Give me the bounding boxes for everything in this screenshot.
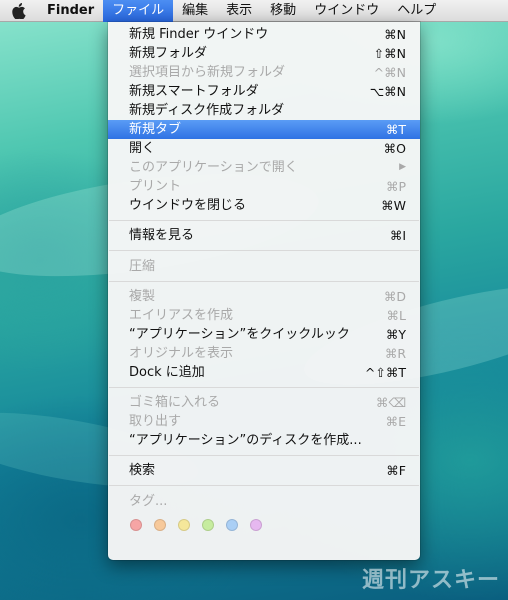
menu-item-label: 検索 <box>129 463 156 478</box>
tag-blue-dot[interactable] <box>226 519 238 531</box>
menu-separator <box>109 387 419 388</box>
tag-orange-dot[interactable] <box>154 519 166 531</box>
menu-item-add-to-dock[interactable]: Dock に追加 ^⇧⌘T <box>108 363 420 382</box>
menu-item-duplicate: 複製 ⌘D <box>108 287 420 306</box>
menu-item-label: このアプリケーションで開く <box>129 160 298 175</box>
menu-item-eject: 取り出す ⌘E <box>108 412 420 431</box>
menu-item-quick-look[interactable]: “アプリケーション”をクイックルック ⌘Y <box>108 325 420 344</box>
menu-item-new-folder[interactable]: 新規フォルダ ⇧⌘N <box>108 44 420 63</box>
menu-item-get-info[interactable]: 情報を見る ⌘I <box>108 226 420 245</box>
menu-item-shortcut: ^⌘N <box>373 65 406 80</box>
menu-item-label: “アプリケーション”をクイックルック <box>129 327 350 342</box>
menu-item-make-alias: エイリアスを作成 ⌘L <box>108 306 420 325</box>
menu-item-shortcut: ⌘F <box>386 463 406 478</box>
menu-item-label: エイリアスを作成 <box>129 308 234 323</box>
menu-item-close-window[interactable]: ウインドウを閉じる ⌘W <box>108 196 420 215</box>
menu-item-label: 圧縮 <box>129 259 156 274</box>
menu-item-label: 新規タブ <box>129 122 182 137</box>
menu-bar-go[interactable]: 移動 <box>261 0 305 22</box>
menu-item-compress: 圧縮 <box>108 257 420 276</box>
menu-item-burn-disc[interactable]: “アプリケーション”のディスクを作成... <box>108 431 420 450</box>
menu-bar-view[interactable]: 表示 <box>217 0 261 22</box>
menu-bar-edit[interactable]: 編集 <box>173 0 217 22</box>
menu-item-label: 取り出す <box>129 414 182 429</box>
file-menu: 新規 Finder ウインドウ ⌘N 新規フォルダ ⇧⌘N 選択項目から新規フォルダ… <box>108 22 420 560</box>
menu-item-label: オリジナルを表示 <box>129 346 234 361</box>
menu-item-shortcut: ⌘O <box>383 141 406 156</box>
tag-green-dot[interactable] <box>202 519 214 531</box>
menu-item-shortcut: ⌘D <box>383 289 406 304</box>
menu-item-shortcut: ⌘T <box>385 122 406 137</box>
tag-red-dot[interactable] <box>130 519 142 531</box>
menu-item-shortcut: ⌘N <box>384 27 406 42</box>
menu-item-shortcut: ⌘E <box>385 414 406 429</box>
menu-item-shortcut: ⌘P <box>385 179 406 194</box>
menu-separator <box>109 485 419 486</box>
tag-purple-dot[interactable] <box>250 519 262 531</box>
menu-item-move-to-trash: ゴミ箱に入れる ⌘⌫ <box>108 393 420 412</box>
menu-item-label: Dock に追加 <box>129 365 205 380</box>
menu-item-label: タグ... <box>129 494 168 509</box>
menu-item-find[interactable]: 検索 ⌘F <box>108 461 420 480</box>
menu-item-label: 新規ディスク作成フォルダ <box>129 103 285 118</box>
menu-item-label: 選択項目から新規フォルダ <box>129 65 286 80</box>
menu-item-label: 新規フォルダ <box>129 46 208 61</box>
menu-separator <box>109 455 419 456</box>
menu-item-shortcut: ⌘⌫ <box>375 395 406 410</box>
menu-item-label: ゴミ箱に入れる <box>129 395 221 410</box>
menu-item-open[interactable]: 開く ⌘O <box>108 139 420 158</box>
menu-item-new-tab[interactable]: 新規タブ ⌘T <box>108 120 420 139</box>
menu-item-label: 開く <box>129 141 156 156</box>
menu-item-new-smart-folder[interactable]: 新規スマートフォルダ ⌥⌘N <box>108 82 420 101</box>
menu-item-shortcut: ⌘W <box>381 198 406 213</box>
menu-item-print: プリント ⌘P <box>108 177 420 196</box>
menu-item-shortcut: ⌘Y <box>385 327 406 342</box>
menu-bar-window[interactable]: ウインドウ <box>305 0 388 22</box>
menu-item-shortcut: ⌘R <box>384 346 406 361</box>
menu-item-label: プリント <box>129 179 182 194</box>
menu-item-tags: タグ... <box>108 492 420 511</box>
menu-bar-app-finder[interactable]: Finder <box>38 0 103 22</box>
menu-bar-help[interactable]: ヘルプ <box>388 0 445 22</box>
menu-item-shortcut: ⌘L <box>386 308 406 323</box>
submenu-arrow-icon: ▶ <box>399 162 406 172</box>
menu-item-new-burn-folder[interactable]: 新規ディスク作成フォルダ <box>108 101 420 120</box>
menu-item-label: 複製 <box>129 289 156 304</box>
menu-bar: Finder ファイル 編集 表示 移動 ウインドウ ヘルプ <box>0 0 508 22</box>
menu-item-label: 新規 Finder ウインドウ <box>129 27 269 42</box>
menu-item-show-original: オリジナルを表示 ⌘R <box>108 344 420 363</box>
menu-item-shortcut: ^⇧⌘T <box>364 365 406 380</box>
apple-menu-button[interactable] <box>0 2 38 19</box>
menu-item-shortcut: ⌥⌘N <box>369 84 406 99</box>
menu-separator <box>109 250 419 251</box>
menu-separator <box>109 281 419 282</box>
tag-yellow-dot[interactable] <box>178 519 190 531</box>
tag-color-row <box>130 519 262 531</box>
menu-bar-file[interactable]: ファイル <box>103 0 174 22</box>
menu-item-new-folder-with-selection: 選択項目から新規フォルダ ^⌘N <box>108 63 420 82</box>
menu-item-label: 新規スマートフォルダ <box>129 84 259 99</box>
menu-item-new-finder-window[interactable]: 新規 Finder ウインドウ ⌘N <box>108 25 420 44</box>
menu-separator <box>109 220 419 221</box>
menu-item-open-with: このアプリケーションで開く ▶ <box>108 158 420 177</box>
menu-item-shortcut: ⌘I <box>389 228 406 243</box>
menu-item-shortcut: ⇧⌘N <box>373 46 406 61</box>
apple-icon <box>12 2 26 19</box>
menu-item-label: “アプリケーション”のディスクを作成... <box>129 433 362 448</box>
watermark: 週刊アスキー <box>361 568 500 593</box>
menu-item-label: 情報を見る <box>129 228 195 243</box>
menu-item-label: ウインドウを閉じる <box>129 198 247 213</box>
